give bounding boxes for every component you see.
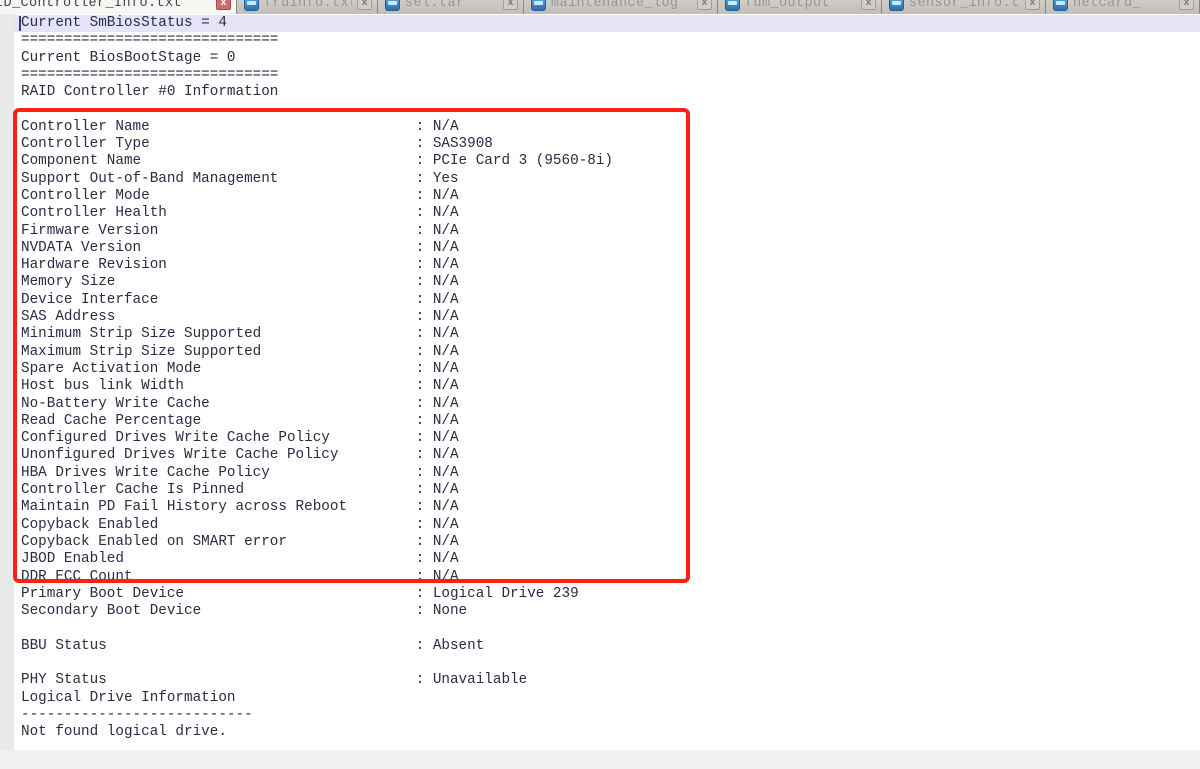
tab-label: netcard_ bbox=[1073, 0, 1174, 11]
tab-maintenance-log[interactable]: maintenance_log x bbox=[524, 0, 718, 14]
editor-line: ============================== bbox=[14, 67, 1200, 84]
tab-label: sel.tar bbox=[405, 0, 498, 11]
tab-sensor-info-txt[interactable]: sensor_info.txt x bbox=[882, 0, 1046, 14]
editor-line: PHY Status : Unavailable bbox=[14, 672, 1200, 689]
close-icon[interactable]: x bbox=[697, 0, 712, 10]
annotation-red-box bbox=[13, 108, 690, 583]
tab-fdm-output[interactable]: fdm_output x bbox=[718, 0, 882, 14]
editor-line: Logical Drive Information bbox=[14, 690, 1200, 707]
editor-line bbox=[14, 655, 1200, 672]
file-icon bbox=[244, 0, 259, 11]
tab-netcard[interactable]: netcard_ x bbox=[1046, 0, 1200, 14]
tab-bar: ID_Controller_Info.txtxfruinfo.txtxsel.t… bbox=[0, 0, 1200, 14]
file-icon-stripe bbox=[534, 1, 543, 5]
editor-line-current: Current SmBiosStatus = 4 bbox=[14, 15, 1200, 32]
editor-left-margin bbox=[0, 14, 14, 750]
text-caret bbox=[19, 16, 21, 31]
tab-label: sensor_info.txt bbox=[909, 0, 1020, 11]
tab-label: maintenance_log bbox=[551, 0, 692, 11]
file-icon-stripe bbox=[1056, 1, 1065, 5]
tab-label: fruinfo.txt bbox=[264, 0, 352, 11]
close-icon[interactable]: x bbox=[1179, 0, 1194, 10]
app-window: ID_Controller_Info.txtxfruinfo.txtxsel.t… bbox=[0, 0, 1200, 769]
tab-label: fdm_output bbox=[745, 0, 856, 11]
tab-sel-tar[interactable]: sel.tar x bbox=[378, 0, 524, 14]
editor-line: --------------------------- bbox=[14, 707, 1200, 724]
tab-label: ID_Controller_Info.txt bbox=[0, 0, 211, 11]
editor-line: Primary Boot Device : Logical Drive 239 bbox=[14, 586, 1200, 603]
file-icon-stripe bbox=[892, 1, 901, 5]
editor-line: ============================== bbox=[14, 32, 1200, 49]
close-icon[interactable]: x bbox=[216, 0, 231, 10]
file-icon bbox=[1053, 0, 1068, 11]
close-icon[interactable]: x bbox=[357, 0, 372, 10]
editor-line: Current BiosBootStage = 0 bbox=[14, 50, 1200, 67]
file-icon-stripe bbox=[728, 1, 737, 5]
editor-line: BBU Status : Absent bbox=[14, 638, 1200, 655]
editor-line: Secondary Boot Device : None bbox=[14, 603, 1200, 620]
file-icon bbox=[385, 0, 400, 11]
tab-id-controller-info-txt[interactable]: ID_Controller_Info.txt x bbox=[0, 0, 237, 14]
editor-line: Not found logical drive. bbox=[14, 724, 1200, 741]
file-icon bbox=[889, 0, 904, 11]
file-icon-stripe bbox=[247, 1, 256, 5]
close-icon[interactable]: x bbox=[861, 0, 876, 10]
area-below-editor bbox=[0, 750, 1200, 769]
editor-line bbox=[14, 620, 1200, 637]
file-icon bbox=[531, 0, 546, 11]
file-icon-stripe bbox=[388, 1, 397, 5]
tab-fruinfo-txt[interactable]: fruinfo.txt x bbox=[237, 0, 378, 14]
close-icon[interactable]: x bbox=[1025, 0, 1040, 10]
close-icon[interactable]: x bbox=[503, 0, 518, 10]
editor-line: RAID Controller #0 Information bbox=[14, 84, 1200, 101]
file-icon bbox=[725, 0, 740, 11]
editor-pane[interactable]: Current SmBiosStatus = 4================… bbox=[0, 14, 1200, 750]
